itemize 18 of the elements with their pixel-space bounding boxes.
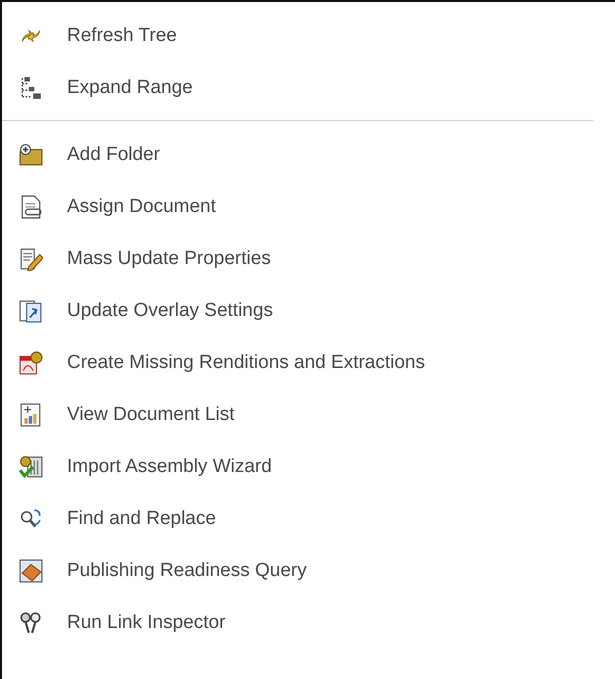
document-pencil-icon	[19, 247, 43, 271]
menu-item[interactable]: Create Missing Renditions and Extractions	[67, 352, 426, 374]
document-chart-icon	[19, 403, 43, 427]
tree-icon	[19, 76, 43, 100]
folder-plus-icon	[19, 143, 43, 167]
overlay-document-icon	[19, 299, 43, 323]
menu-item[interactable]: Refresh Tree	[67, 25, 177, 47]
document-clip-icon	[19, 195, 43, 219]
menu-item[interactable]: Expand Range	[67, 77, 193, 99]
menu-item[interactable]: View Document List	[67, 404, 235, 426]
menu-item[interactable]: Assign Document	[67, 196, 216, 218]
menu-item[interactable]: Import Assembly Wizard	[67, 456, 272, 478]
menu-item[interactable]: Add Folder	[67, 144, 160, 166]
menu-item[interactable]: Update Overlay Settings	[67, 300, 273, 322]
menu-item[interactable]: Run Link Inspector	[67, 612, 226, 634]
menu-item[interactable]: Mass Update Properties	[67, 248, 271, 270]
menu-item[interactable]: Find and Replace	[67, 508, 216, 530]
menu-item[interactable]: Publishing Readiness Query	[67, 560, 307, 582]
